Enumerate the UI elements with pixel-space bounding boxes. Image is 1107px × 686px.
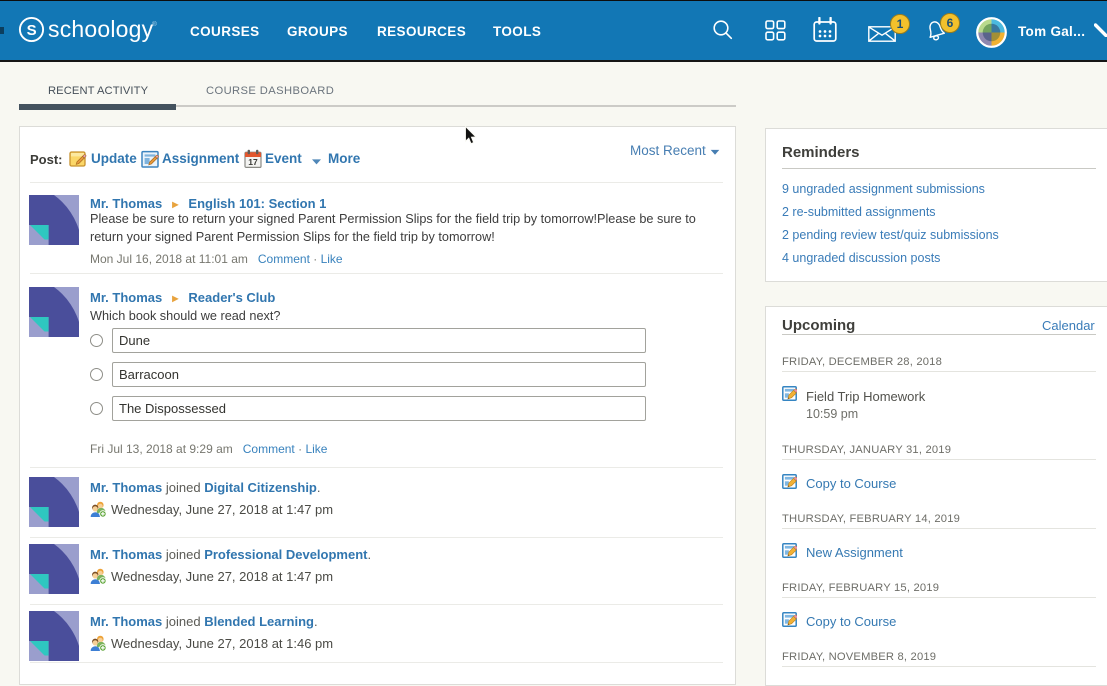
svg-text:17: 17 [248,157,258,167]
svg-text:S: S [27,22,37,39]
